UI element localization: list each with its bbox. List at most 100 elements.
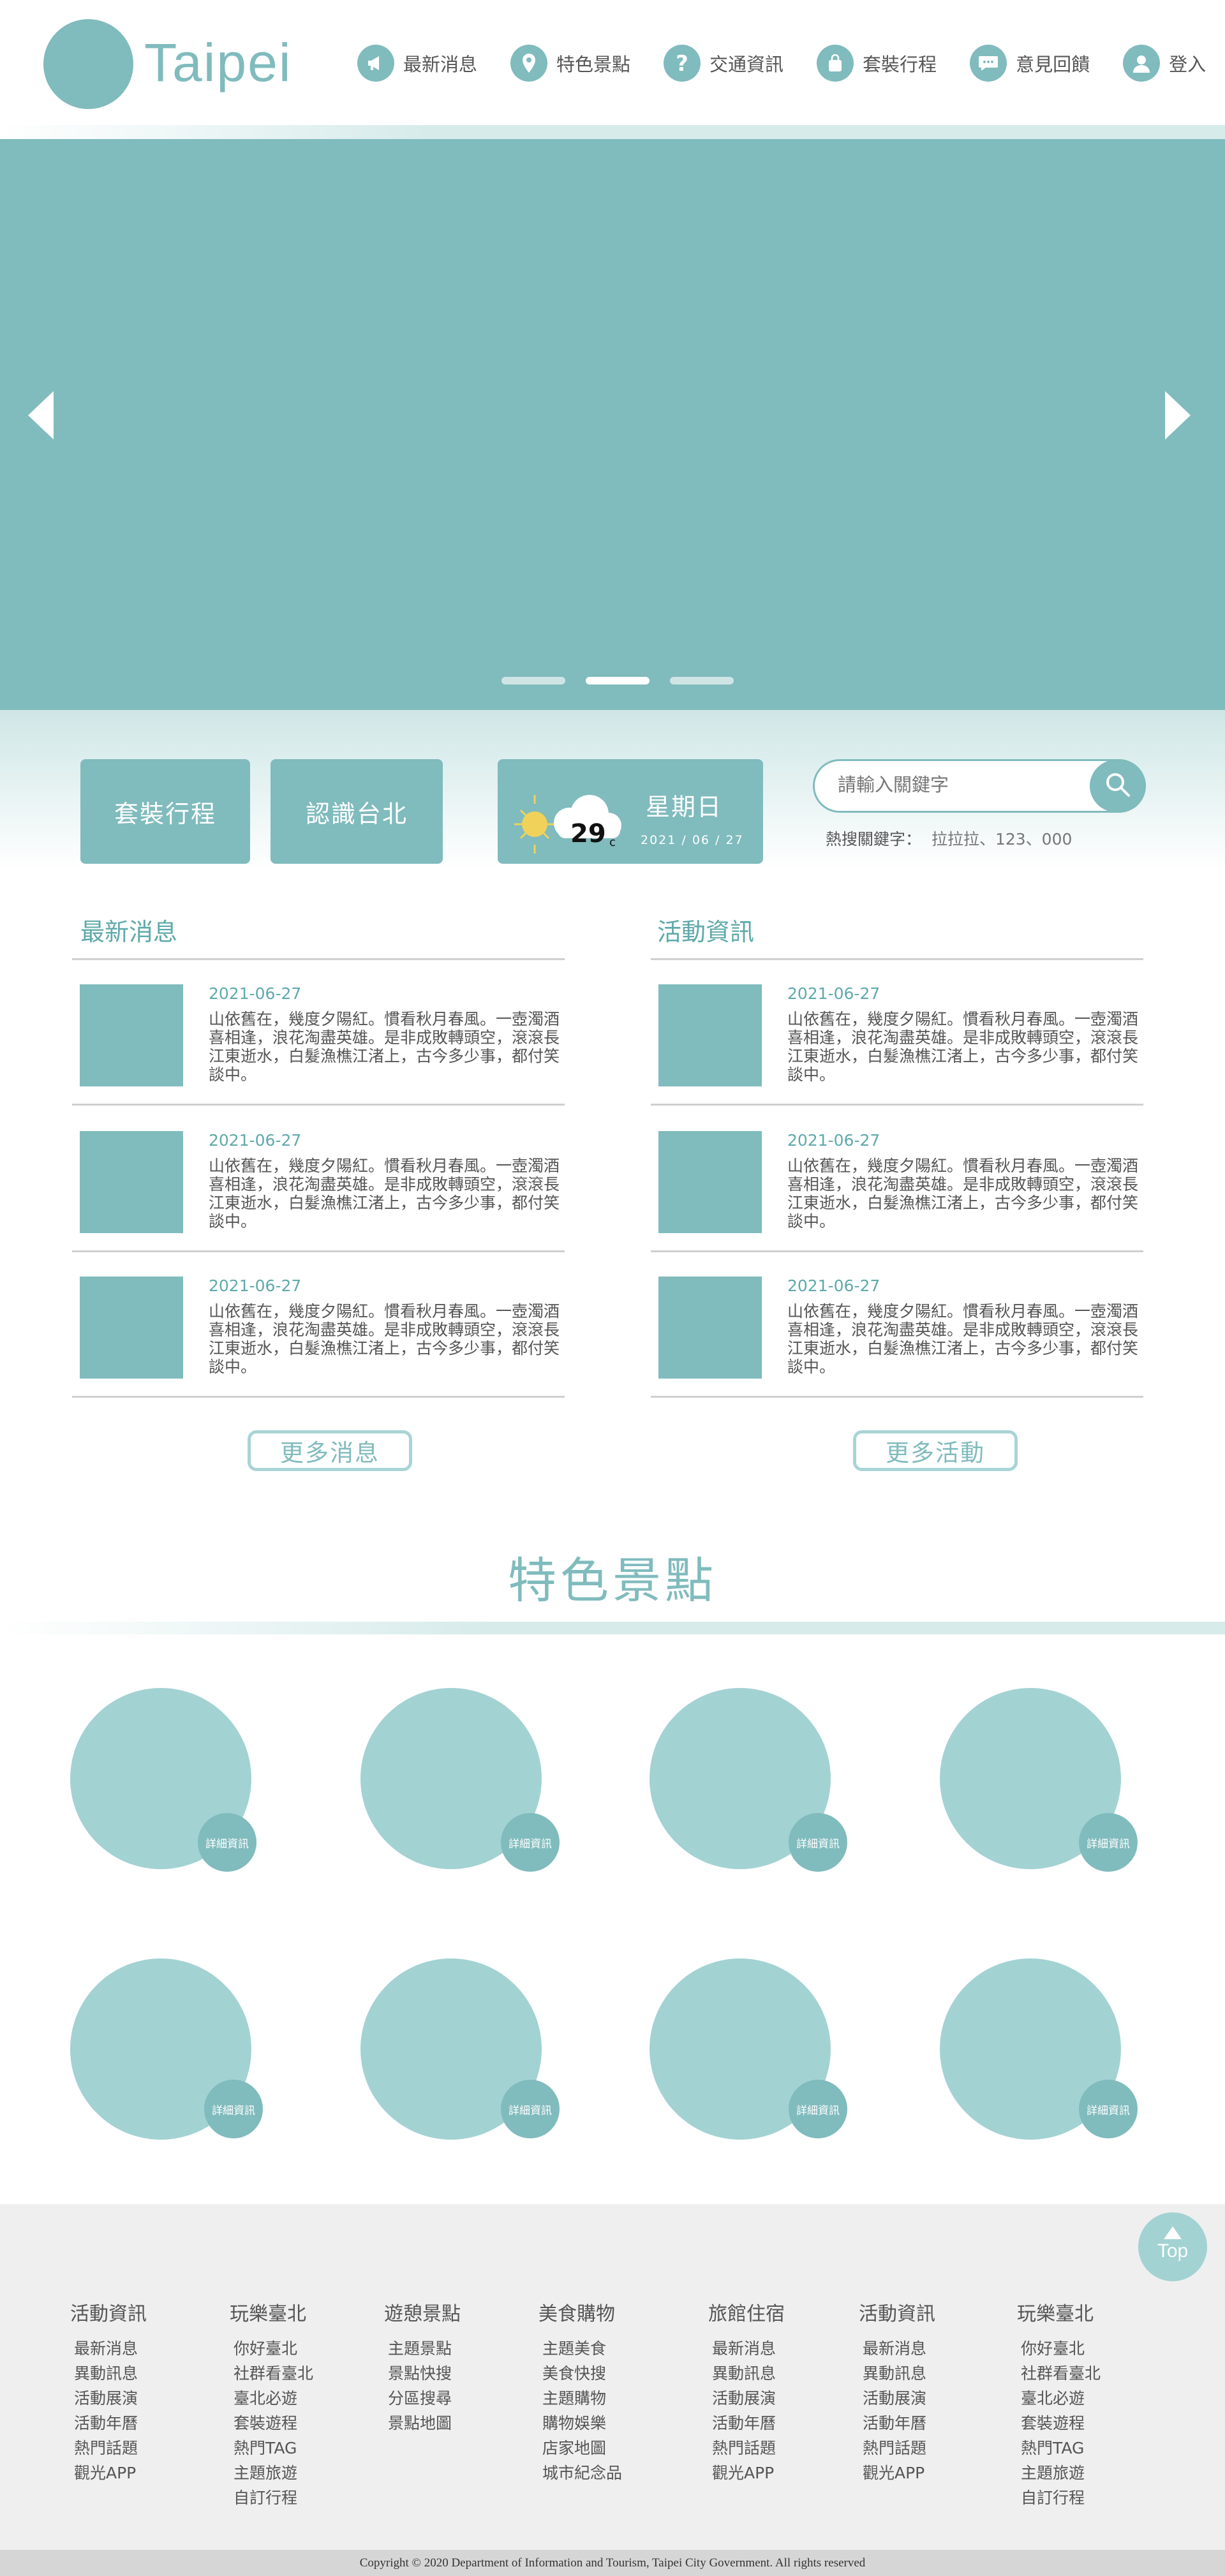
nav-item-attractions[interactable]: 特色景點 [510, 45, 630, 82]
footer-link[interactable]: 景點地圖 [384, 2411, 461, 2436]
logo-text[interactable]: Taipei [144, 32, 292, 94]
search-input[interactable] [838, 774, 1080, 796]
footer-link[interactable]: 景點快搜 [384, 2361, 461, 2386]
nav-item-login[interactable]: 登入 [1123, 45, 1206, 82]
news-item[interactable]: 2021-06-27 山依舊在，幾度夕陽紅。慣看秋月春風。一壺濁酒喜相逢，浪花淘… [72, 1252, 565, 1398]
chevron-right-icon[interactable] [1165, 391, 1191, 440]
footer-link[interactable]: 主題景點 [384, 2336, 461, 2361]
footer-link[interactable]: 主題旅遊 [1017, 2461, 1101, 2485]
footer-link[interactable]: 異動訊息 [708, 2361, 785, 2386]
footer-link[interactable]: 熱門TAG [1017, 2436, 1101, 2461]
footer-link[interactable]: 熱門話題 [70, 2436, 147, 2461]
attractions-divider [0, 1622, 1225, 1634]
event-text: 山依舊在，幾度夕陽紅。慣看秋月春風。一壺濁酒喜相逢，浪花淘盡英雄。是非成敗轉頭空… [787, 1010, 1139, 1084]
carousel-dot[interactable] [670, 677, 734, 685]
footer-link[interactable]: 觀光APP [70, 2461, 147, 2485]
footer-column: 活動資訊 最新消息 異動訊息 活動展演 活動年曆 熱門話題 觀光APP [859, 2298, 935, 2485]
footer-link[interactable]: 熱門話題 [708, 2436, 785, 2461]
footer-link[interactable]: 最新消息 [708, 2336, 785, 2361]
news-item[interactable]: 2021-06-27 山依舊在，幾度夕陽紅。慣看秋月春風。一壺濁酒喜相逢，浪花淘… [72, 960, 565, 1106]
attraction-detail-button[interactable]: 詳細資訊 [789, 1813, 847, 1872]
attraction-card: 詳細資訊 [650, 1958, 847, 2150]
footer-link[interactable]: 觀光APP [859, 2461, 935, 2485]
attraction-detail-button[interactable]: 詳細資訊 [1079, 2080, 1138, 2138]
footer-link[interactable]: 活動年曆 [70, 2411, 147, 2436]
logo-mark[interactable] [43, 19, 133, 109]
search-button[interactable] [1090, 759, 1146, 813]
hero-carousel [0, 139, 1225, 710]
carousel-dot-active[interactable] [586, 677, 650, 685]
footer-link[interactable]: 城市紀念品 [538, 2461, 622, 2485]
attraction-detail-button[interactable]: 詳細資訊 [1079, 1813, 1138, 1872]
footer-link[interactable]: 主題購物 [538, 2386, 622, 2411]
back-to-top-button[interactable]: Top [1138, 2212, 1207, 2281]
footer-link[interactable]: 社群看臺北 [1017, 2361, 1101, 2386]
more-events-button[interactable]: 更多活動 [853, 1430, 1018, 1471]
footer-link[interactable]: 活動展演 [708, 2386, 785, 2411]
footer-link[interactable]: 異動訊息 [70, 2361, 147, 2386]
map-pin-icon [510, 45, 548, 82]
footer-link[interactable]: 熱門話題 [859, 2436, 935, 2461]
nav-label: 登入 [1169, 54, 1206, 75]
nav-item-feedback[interactable]: 意見回饋 [970, 45, 1090, 82]
event-thumbnail[interactable] [658, 1277, 762, 1379]
weather-widget: 29 c 星期日 2021 / 06 / 27 [498, 759, 763, 864]
about-taipei-button[interactable]: 認識台北 [271, 759, 443, 864]
footer-link[interactable]: 自訂行程 [1017, 2485, 1101, 2510]
chat-icon [970, 45, 1007, 82]
event-item[interactable]: 2021-06-27 山依舊在，幾度夕陽紅。慣看秋月春風。一壺濁酒喜相逢，浪花淘… [651, 1107, 1143, 1252]
more-news-button[interactable]: 更多消息 [248, 1430, 412, 1471]
footer-link[interactable]: 活動展演 [859, 2386, 935, 2411]
footer-column-heading: 玩樂臺北 [1017, 2303, 1094, 2325]
events-title: 活動資訊 [657, 918, 755, 946]
news-thumbnail[interactable] [80, 1131, 183, 1233]
footer-link[interactable]: 活動年曆 [708, 2411, 785, 2436]
footer-link[interactable]: 套裝遊程 [230, 2411, 313, 2436]
footer-link[interactable]: 臺北必遊 [230, 2386, 313, 2411]
footer-link[interactable]: 社群看臺北 [230, 2361, 313, 2386]
footer-link[interactable]: 店家地圖 [538, 2436, 622, 2461]
footer-link[interactable]: 主題旅遊 [230, 2461, 313, 2485]
footer-link[interactable]: 購物娛樂 [538, 2411, 622, 2436]
footer-link[interactable]: 最新消息 [70, 2336, 147, 2361]
footer-link[interactable]: 活動展演 [70, 2386, 147, 2411]
chevron-left-icon[interactable] [28, 391, 54, 440]
footer-link[interactable]: 分區搜尋 [384, 2386, 461, 2411]
news-text: 山依舊在，幾度夕陽紅。慣看秋月春風。一壺濁酒喜相逢，浪花淘盡英雄。是非成敗轉頭空… [209, 1010, 560, 1084]
attraction-detail-button[interactable]: 詳細資訊 [501, 1813, 560, 1872]
news-thumbnail[interactable] [80, 984, 183, 1086]
footer-link[interactable]: 異動訊息 [859, 2361, 935, 2386]
attraction-detail-button[interactable]: 詳細資訊 [198, 1813, 256, 1872]
footer-link[interactable]: 美食快搜 [538, 2361, 622, 2386]
footer-link[interactable]: 最新消息 [859, 2336, 935, 2361]
footer-link[interactable]: 觀光APP [708, 2461, 785, 2485]
hot-keywords-list[interactable]: 拉拉拉、123、000 [932, 830, 1072, 848]
footer-column-heading: 玩樂臺北 [230, 2303, 306, 2325]
attraction-detail-button[interactable]: 詳細資訊 [204, 2080, 263, 2138]
news-item[interactable]: 2021-06-27 山依舊在，幾度夕陽紅。慣看秋月春風。一壺濁酒喜相逢，浪花淘… [72, 1107, 565, 1252]
news-thumbnail[interactable] [80, 1277, 183, 1379]
footer-link[interactable]: 熱門TAG [230, 2436, 313, 2461]
footer-link[interactable]: 主題美食 [538, 2336, 622, 2361]
event-thumbnail[interactable] [658, 984, 762, 1086]
footer-link[interactable]: 你好臺北 [230, 2336, 313, 2361]
footer-link[interactable]: 自訂行程 [230, 2485, 313, 2510]
megaphone-icon [357, 45, 394, 82]
footer-column: 活動資訊 最新消息 異動訊息 活動展演 活動年曆 熱門話題 觀光APP [70, 2298, 147, 2485]
attraction-detail-button[interactable]: 詳細資訊 [789, 2080, 847, 2138]
event-item[interactable]: 2021-06-27 山依舊在，幾度夕陽紅。慣看秋月春風。一壺濁酒喜相逢，浪花淘… [651, 1252, 1143, 1398]
hot-keywords-label: 熱搜關鍵字： [826, 830, 922, 848]
attraction-card: 詳細資訊 [360, 1688, 560, 1879]
nav-item-traffic[interactable]: ? 交通資訊 [664, 45, 783, 82]
attraction-detail-button[interactable]: 詳細資訊 [501, 2080, 560, 2138]
footer-link[interactable]: 套裝遊程 [1017, 2411, 1101, 2436]
nav-item-packages[interactable]: 套裝行程 [817, 45, 937, 82]
carousel-dot[interactable] [501, 677, 565, 685]
footer-link[interactable]: 活動年曆 [859, 2411, 935, 2436]
footer-link[interactable]: 你好臺北 [1017, 2336, 1101, 2361]
package-tour-button[interactable]: 套裝行程 [80, 759, 250, 864]
event-thumbnail[interactable] [658, 1131, 762, 1233]
event-item[interactable]: 2021-06-27 山依舊在，幾度夕陽紅。慣看秋月春風。一壺濁酒喜相逢，浪花淘… [651, 960, 1143, 1106]
nav-item-news[interactable]: 最新消息 [357, 45, 477, 82]
footer-link[interactable]: 臺北必遊 [1017, 2386, 1101, 2411]
